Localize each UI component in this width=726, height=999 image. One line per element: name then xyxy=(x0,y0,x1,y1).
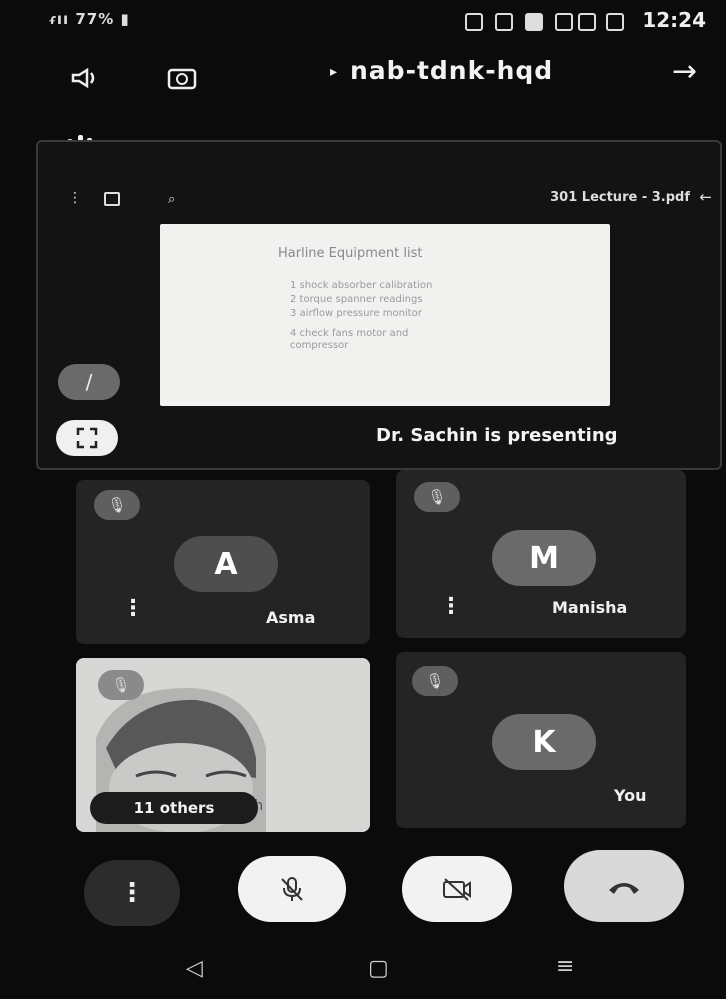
participant-name: Asma xyxy=(266,608,316,627)
mic-off-icon: 🎙 xyxy=(414,482,460,512)
pdf-filename: 301 Lecture - 3.pdf xyxy=(550,190,690,205)
participant-tile-you[interactable]: 🎙 K You xyxy=(396,652,686,828)
slide-line: 2 torque spanner readings xyxy=(290,294,423,305)
signal-battery-status: ᵳıı 77% ▮ xyxy=(50,10,130,28)
avatar: M xyxy=(492,530,596,586)
app-icon xyxy=(606,13,624,31)
mic-off-icon: 🎙 xyxy=(98,670,144,700)
call-header: ▸ nab-tdnk-hqd → xyxy=(0,48,726,108)
clock: 12:24 xyxy=(642,8,706,32)
participant-tile-manisha[interactable]: 🎙 M ⋮ Manisha xyxy=(396,470,686,638)
nav-back-icon[interactable]: ◁ xyxy=(186,956,203,981)
presentation-panel[interactable]: ⋮ ⌕ 301 Lecture - 3.pdf ← Harline Equipm… xyxy=(36,140,722,470)
nav-home-icon[interactable]: ▢ xyxy=(368,956,389,981)
app-icon xyxy=(555,13,573,31)
app-icon xyxy=(525,13,543,31)
slide-line: 4 check fans motor and xyxy=(290,328,409,339)
nav-recents-icon[interactable]: ≡ xyxy=(556,954,574,979)
app-icon xyxy=(578,13,596,31)
slide-line: 3 airflow pressure monitor xyxy=(290,308,422,319)
speaker-icon[interactable] xyxy=(60,56,104,100)
more-options-button[interactable]: ⋮ xyxy=(84,860,180,926)
meeting-code[interactable]: nab-tdnk-hqd xyxy=(350,56,553,85)
others-button[interactable]: 11 others xyxy=(90,792,258,824)
presenter-label: Dr. Sachin is presenting xyxy=(376,425,618,446)
mic-off-icon xyxy=(281,877,303,901)
participant-name: You xyxy=(614,786,647,805)
fullscreen-icon[interactable] xyxy=(56,420,118,456)
drive-icon[interactable] xyxy=(104,192,120,206)
others-label: 11 others xyxy=(133,799,215,817)
end-call-button[interactable] xyxy=(564,850,684,922)
avatar: A xyxy=(174,536,278,592)
phone-hangup-icon xyxy=(609,883,639,894)
back-arrow-icon[interactable]: ← xyxy=(699,188,712,206)
app-icon xyxy=(495,13,513,31)
dropdown-icon[interactable]: ▸ xyxy=(330,64,337,80)
shared-slide: Harline Equipment list 1 shock absorber … xyxy=(160,224,610,406)
camera-toggle-button[interactable] xyxy=(402,856,512,922)
slide-line: 1 shock absorber calibration xyxy=(290,280,433,291)
video-tile[interactable]: 🎙 Jaysh 11 others xyxy=(76,658,370,832)
participant-name: Manisha xyxy=(552,598,628,617)
mic-off-icon: 🎙 xyxy=(412,666,458,696)
mic-toggle-button[interactable] xyxy=(238,856,346,922)
more-options-icon[interactable]: ⋮ xyxy=(122,598,144,620)
switch-camera-icon[interactable] xyxy=(160,56,204,100)
more-options-icon[interactable]: ⋮ xyxy=(440,596,462,618)
mic-off-icon: 🎙 xyxy=(94,490,140,520)
avatar: K xyxy=(492,714,596,770)
back-arrow-icon[interactable]: → xyxy=(672,54,697,89)
pen-icon[interactable]: / xyxy=(58,364,120,400)
notification-icon xyxy=(465,13,483,31)
slide-title: Harline Equipment list xyxy=(278,246,423,261)
status-bar: ᵳıı 77% ▮ 12:24 xyxy=(0,0,726,40)
slide-line: compressor xyxy=(290,340,349,351)
search-icon[interactable]: ⌕ xyxy=(168,192,175,207)
camera-off-icon xyxy=(443,878,471,901)
participant-tile-asma[interactable]: 🎙 A ⋮ Asma xyxy=(76,480,370,644)
pdf-toolbar: ⋮ ⌕ 301 Lecture - 3.pdf ← xyxy=(56,188,720,212)
more-icon[interactable]: ⋮ xyxy=(68,190,82,206)
